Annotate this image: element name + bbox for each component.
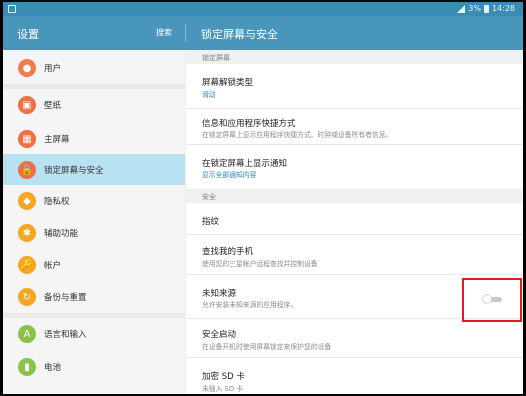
accessibility-icon: ✱ <box>18 224 36 242</box>
setting-app-shortcuts[interactable]: 信息和应用程序快捷方式 在锁定屏幕上显示应用程序快捷方式、时钟或设备所有者信息。 <box>186 109 523 144</box>
clock: 14:28 <box>491 4 515 13</box>
setting-find-my-mobile[interactable]: 查找我的手机 使用您的三星帐户远程查找并控制设备 <box>186 235 523 274</box>
sidebar-item-backup-reset[interactable]: ↻ 备份与重置 <box>3 281 185 313</box>
sidebar-item-label: 电池 <box>44 363 62 373</box>
lock-icon: 🔒 <box>18 161 36 179</box>
sidebar-item-wallpaper[interactable]: ▣ 壁纸 <box>3 89 185 121</box>
sidebar-item-battery[interactable]: ▮ 电池 <box>3 351 185 383</box>
sidebar-item-privacy[interactable]: ◆ 隐私权 <box>3 185 185 217</box>
header-divider <box>185 24 186 42</box>
setting-description: 未插入 SD 卡 <box>202 385 244 393</box>
setting-description: 在锁定屏幕上显示应用程序快捷方式、时钟或设备所有者信息。 <box>202 131 393 139</box>
setting-lock-notifications[interactable]: 在锁定屏幕上显示通知 显示全部通知内容 <box>186 145 523 185</box>
sidebar-item-accessibility[interactable]: ✱ 辅助功能 <box>3 217 185 249</box>
app-header: 设置 搜索 锁定屏幕与安全 <box>3 16 523 50</box>
sidebar-item-label: 备份与重置 <box>44 293 87 303</box>
sidebar-item-home-screen[interactable]: ▦ 主屏幕 <box>3 123 185 155</box>
backup-icon: ↻ <box>18 288 36 306</box>
privacy-icon: ◆ <box>18 192 36 210</box>
status-right: 3% 14:28 <box>457 4 515 13</box>
setting-secure-startup[interactable]: 安全启动 在设备开机时使用屏幕锁定来保护您的设备 <box>186 319 523 357</box>
setting-title: 信息和应用程序快捷方式 <box>202 119 296 129</box>
settings-title: 设置 <box>17 28 39 41</box>
wallpaper-icon: ▣ <box>18 96 36 114</box>
sidebar-item-label: 锁定屏幕与安全 <box>44 166 104 176</box>
setting-title: 指纹 <box>202 217 220 227</box>
home-screen-icon: ▦ <box>18 130 36 148</box>
setting-description: 允许安装未知来源的应用程序。 <box>202 301 298 309</box>
notification-icon <box>8 5 16 13</box>
user-icon: ● <box>18 59 36 77</box>
sidebar-item-label: 壁纸 <box>44 101 62 111</box>
setting-title: 屏幕解锁类型 <box>202 78 254 88</box>
sidebar-item-lock-screen-security[interactable]: 🔒 锁定屏幕与安全 <box>3 154 185 186</box>
signal-icon <box>457 4 466 13</box>
settings-sidebar: ● 用户 ▣ 壁纸 ▦ 主屏幕 🔒 锁定屏幕与安全 ◆ 隐私权 ✱ 辅助功能 🔑… <box>3 50 185 394</box>
setting-fingerprint[interactable]: 指纹 <box>186 203 523 233</box>
section-header-lock: 锁定屏幕 <box>186 50 523 64</box>
setting-value: 显示全部通知内容 <box>202 171 257 179</box>
sidebar-item-label: 主屏幕 <box>44 135 70 145</box>
search-button[interactable]: 搜索 <box>156 27 172 38</box>
setting-value: 滑动 <box>202 91 216 99</box>
setting-title: 安全启动 <box>202 330 237 340</box>
section-title: 锁定屏幕 <box>202 54 230 62</box>
sidebar-item-label: 帐户 <box>44 261 62 271</box>
setting-title: 加密 SD 卡 <box>202 372 245 382</box>
section-title: 安全 <box>202 193 216 201</box>
screenshot-frame: 3% 14:28 设置 搜索 锁定屏幕与安全 ● 用户 ▣ 壁纸 ▦ 主屏幕 🔒… <box>0 0 526 396</box>
battery-icon <box>483 4 489 13</box>
status-bar: 3% 14:28 <box>3 2 523 16</box>
sidebar-item-language-input[interactable]: A 语言和输入 <box>3 318 185 350</box>
sidebar-item-label: 隐私权 <box>44 197 70 207</box>
setting-title: 未知来源 <box>202 289 237 299</box>
battery-percent: 3% <box>468 4 481 13</box>
sidebar-item-label: 辅助功能 <box>44 229 79 239</box>
setting-description: 在设备开机时使用屏幕锁定来保护您的设备 <box>202 343 332 351</box>
highlight-box <box>462 278 522 322</box>
sidebar-item-accounts[interactable]: 🔑 帐户 <box>3 249 185 281</box>
key-icon: 🔑 <box>18 256 36 274</box>
setting-encrypt-sd-card[interactable]: 加密 SD 卡 未插入 SD 卡 <box>186 358 523 394</box>
battery-icon: ▮ <box>18 358 36 376</box>
setting-description: 使用您的三星帐户远程查找并控制设备 <box>202 260 318 268</box>
sidebar-item-label: 用户 <box>44 64 62 74</box>
language-icon: A <box>18 325 36 343</box>
setting-title: 查找我的手机 <box>202 247 254 257</box>
settings-screen: 3% 14:28 设置 搜索 锁定屏幕与安全 ● 用户 ▣ 壁纸 ▦ 主屏幕 🔒… <box>3 2 523 394</box>
sidebar-item-users[interactable]: ● 用户 <box>3 52 185 84</box>
sidebar-item-label: 语言和输入 <box>44 330 87 340</box>
section-header-security: 安全 <box>186 189 523 203</box>
setting-unlock-type[interactable]: 屏幕解锁类型 滑动 <box>186 64 523 108</box>
page-title: 锁定屏幕与安全 <box>201 28 278 41</box>
settings-panel: 锁定屏幕 屏幕解锁类型 滑动 信息和应用程序快捷方式 在锁定屏幕上显示应用程序快… <box>186 50 523 394</box>
setting-title: 在锁定屏幕上显示通知 <box>202 159 288 169</box>
